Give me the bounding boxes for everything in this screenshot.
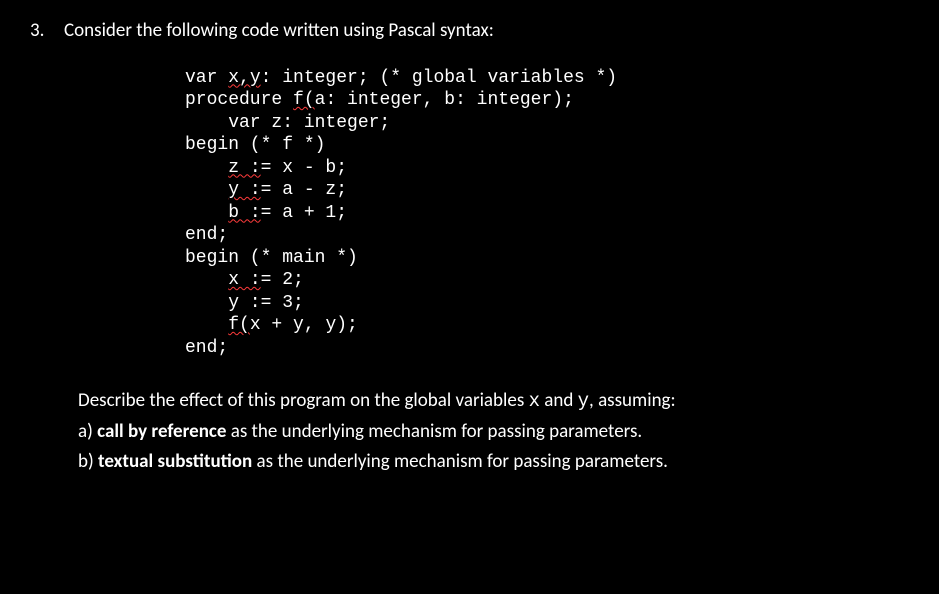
code-text bbox=[185, 158, 228, 178]
describe-line: Describe the effect of this program on t… bbox=[78, 387, 889, 416]
code-line: end; bbox=[185, 224, 889, 247]
code-line: end; bbox=[185, 337, 889, 360]
part-a-suffix: as the underlying mechanism for passing … bbox=[226, 420, 642, 443]
code-line: procedure f(a: integer, b: integer); bbox=[185, 89, 889, 112]
code-line: begin (* main *) bbox=[185, 247, 889, 270]
var-x: x bbox=[529, 390, 540, 412]
code-line: var z: integer; bbox=[185, 112, 889, 135]
code-line: b := a + 1; bbox=[185, 202, 889, 225]
code-text bbox=[185, 270, 228, 290]
describe-suffix: , assuming: bbox=[589, 389, 676, 412]
code-line: begin (* f *) bbox=[185, 134, 889, 157]
code-line: y := a - z; bbox=[185, 179, 889, 202]
code-text: a: integer, b: integer); bbox=[315, 90, 574, 110]
code-text-wavy: x : bbox=[228, 270, 260, 290]
code-text-wavy: x,y bbox=[228, 68, 260, 88]
code-line: f(x + y, y); bbox=[185, 314, 889, 337]
code-block: var x,y: integer; (* global variables *)… bbox=[185, 67, 889, 360]
part-a-prefix: a) bbox=[78, 420, 97, 443]
code-text bbox=[185, 180, 228, 200]
code-text-wavy: f( bbox=[293, 90, 315, 110]
question-prompt: Consider the following code written usin… bbox=[64, 18, 494, 45]
code-line: z := x - b; bbox=[185, 157, 889, 180]
and-word: and bbox=[540, 389, 578, 412]
code-text-wavy: y : bbox=[228, 180, 260, 200]
describe-text: Describe the effect of this program on t… bbox=[78, 389, 529, 412]
code-text: : integer; (* global variables *) bbox=[261, 68, 617, 88]
code-line: var x,y: integer; (* global variables *) bbox=[185, 67, 889, 90]
var-y: y bbox=[578, 390, 589, 412]
bottom-text: Describe the effect of this program on t… bbox=[78, 387, 889, 477]
code-text: = 2; bbox=[261, 270, 304, 290]
code-text: = a - z; bbox=[261, 180, 347, 200]
code-text bbox=[185, 315, 228, 335]
question-header: 3. Consider the following code written u… bbox=[30, 18, 889, 45]
code-text: = a + 1; bbox=[261, 203, 347, 223]
part-b-suffix: as the underlying mechanism for passing … bbox=[252, 450, 668, 473]
part-b-bold: textual substitution bbox=[98, 450, 252, 473]
code-text: x + y, y); bbox=[250, 315, 358, 335]
code-text: var bbox=[185, 68, 228, 88]
code-line: y := 3; bbox=[185, 292, 889, 315]
part-b-prefix: b) bbox=[78, 450, 98, 473]
code-text-wavy: b : bbox=[228, 203, 260, 223]
code-text-wavy: f( bbox=[228, 315, 250, 335]
part-b-line: b) textual substitution as the underlyin… bbox=[78, 448, 889, 477]
question-number: 3. bbox=[30, 18, 50, 45]
part-a-bold: call by reference bbox=[97, 420, 226, 443]
code-text: procedure bbox=[185, 90, 293, 110]
code-text bbox=[185, 203, 228, 223]
code-text: = x - b; bbox=[261, 158, 347, 178]
code-line: x := 2; bbox=[185, 269, 889, 292]
part-a-line: a) call by reference as the underlying m… bbox=[78, 418, 889, 447]
code-text-wavy: z : bbox=[228, 158, 260, 178]
